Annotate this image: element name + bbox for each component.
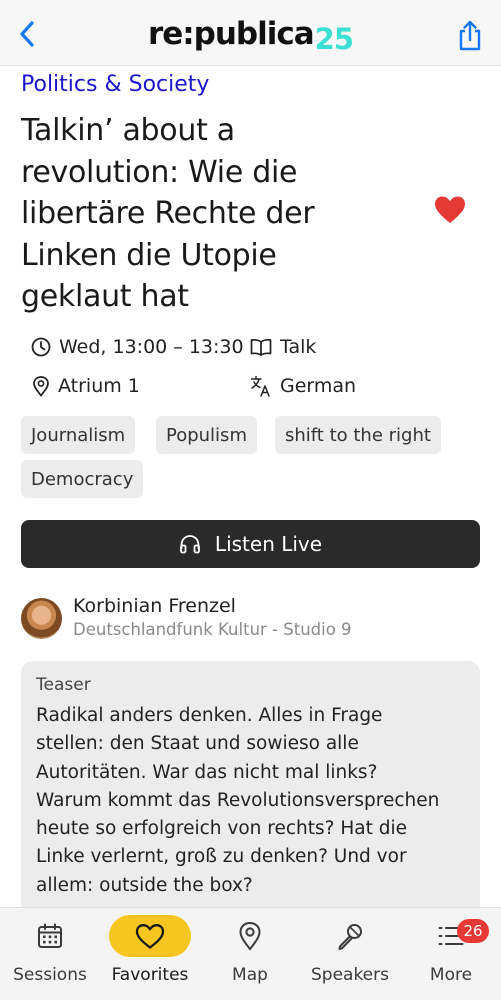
tab-map[interactable]: Map [200,914,300,994]
teaser-text: Radikal anders denken. Alles in Frage st… [36,702,465,900]
tab-label: Sessions [13,965,87,985]
listen-live-label: Listen Live [214,532,323,556]
teaser-line: allem: outside the box? [36,874,253,896]
tag-chip[interactable]: shift to the right [275,416,441,454]
clock-icon [31,337,51,357]
teaser-line: Autoritäten. War das nicht mal links? [36,761,378,783]
book-icon [250,338,272,356]
share-button[interactable] [455,18,485,52]
session-location-text: Atrium 1 [58,375,140,397]
tag-chip[interactable]: Democracy [21,460,144,498]
translate-icon [250,375,270,397]
share-icon [459,20,481,51]
app-logo: re:publica25 [0,16,501,56]
location-pin-icon [33,375,49,397]
logo-main: re:publica [147,16,315,52]
speaker-name[interactable]: Korbinian Frenzel [73,595,236,617]
tab-speakers[interactable]: Speakers [300,914,400,994]
listen-live-button[interactable]: Listen Live [21,520,480,568]
title-line: Linken die Utopie [21,237,277,273]
tag-chip[interactable]: Journalism [21,416,136,454]
teaser-line: Linke verlernt, groß zu denken? Und vor [36,846,407,868]
heart-icon [135,923,165,949]
teaser-card: Teaser Radikal anders denken. Alles in F… [21,661,480,921]
top-bar: re:publica25 [0,0,501,66]
teaser-line: stellen: den Staat und sowieso alle [36,733,359,755]
microphone-icon [338,924,362,950]
session-time: Wed, 13:00 – 13:30 [31,336,244,358]
session-format: Talk [250,336,316,358]
session-category[interactable]: Politics & Society [21,72,209,97]
session-format-text: Talk [280,336,317,358]
tab-label: Speakers [310,965,389,985]
tab-label: Map [232,965,268,985]
session-language-text: German [280,375,357,397]
teaser-line: Radikal anders denken. Alles in Frage [36,705,383,726]
speaker-organization: Deutschlandfunk Kultur - Studio 9 [73,620,352,639]
headphones-icon [180,535,200,554]
session-location[interactable]: Atrium 1 [32,375,140,397]
tab-label: More [429,965,473,985]
session-title: Talkin’ about a revolution: Wie die libe… [21,110,421,318]
session-time-text: Wed, 13:00 – 13:30 [59,336,244,358]
tab-favorites[interactable]: Favorites [100,914,200,994]
title-line: revolution: Wie die [21,154,298,190]
tab-sessions[interactable]: Sessions [0,914,100,994]
session-language: German [250,375,356,397]
tab-more[interactable]: More 26 [401,914,501,994]
heart-filled-icon [435,196,465,223]
notification-badge: 26 [457,919,489,943]
bottom-tab-bar: Sessions Favorites Map Speakers More 26 [0,907,501,1000]
title-line: Talkin’ about a [21,113,235,148]
favorite-toggle[interactable] [434,195,466,225]
teaser-line: heute so erfolgreich von rechts? Hat die [36,818,407,840]
logo-accent: 25 [314,22,354,56]
title-line: libertäre Rechte der [21,196,315,231]
tag-chip[interactable]: Populism [156,416,257,454]
teaser-line: Warum kommt das Revolutionsversprechen [36,789,440,811]
speaker-avatar[interactable] [21,598,62,639]
teaser-label: Teaser [36,675,91,695]
map-pin-icon [239,921,261,951]
calendar-icon [38,923,62,948]
title-line: geklaut hat [21,279,189,314]
tab-label: Favorites [111,965,189,985]
